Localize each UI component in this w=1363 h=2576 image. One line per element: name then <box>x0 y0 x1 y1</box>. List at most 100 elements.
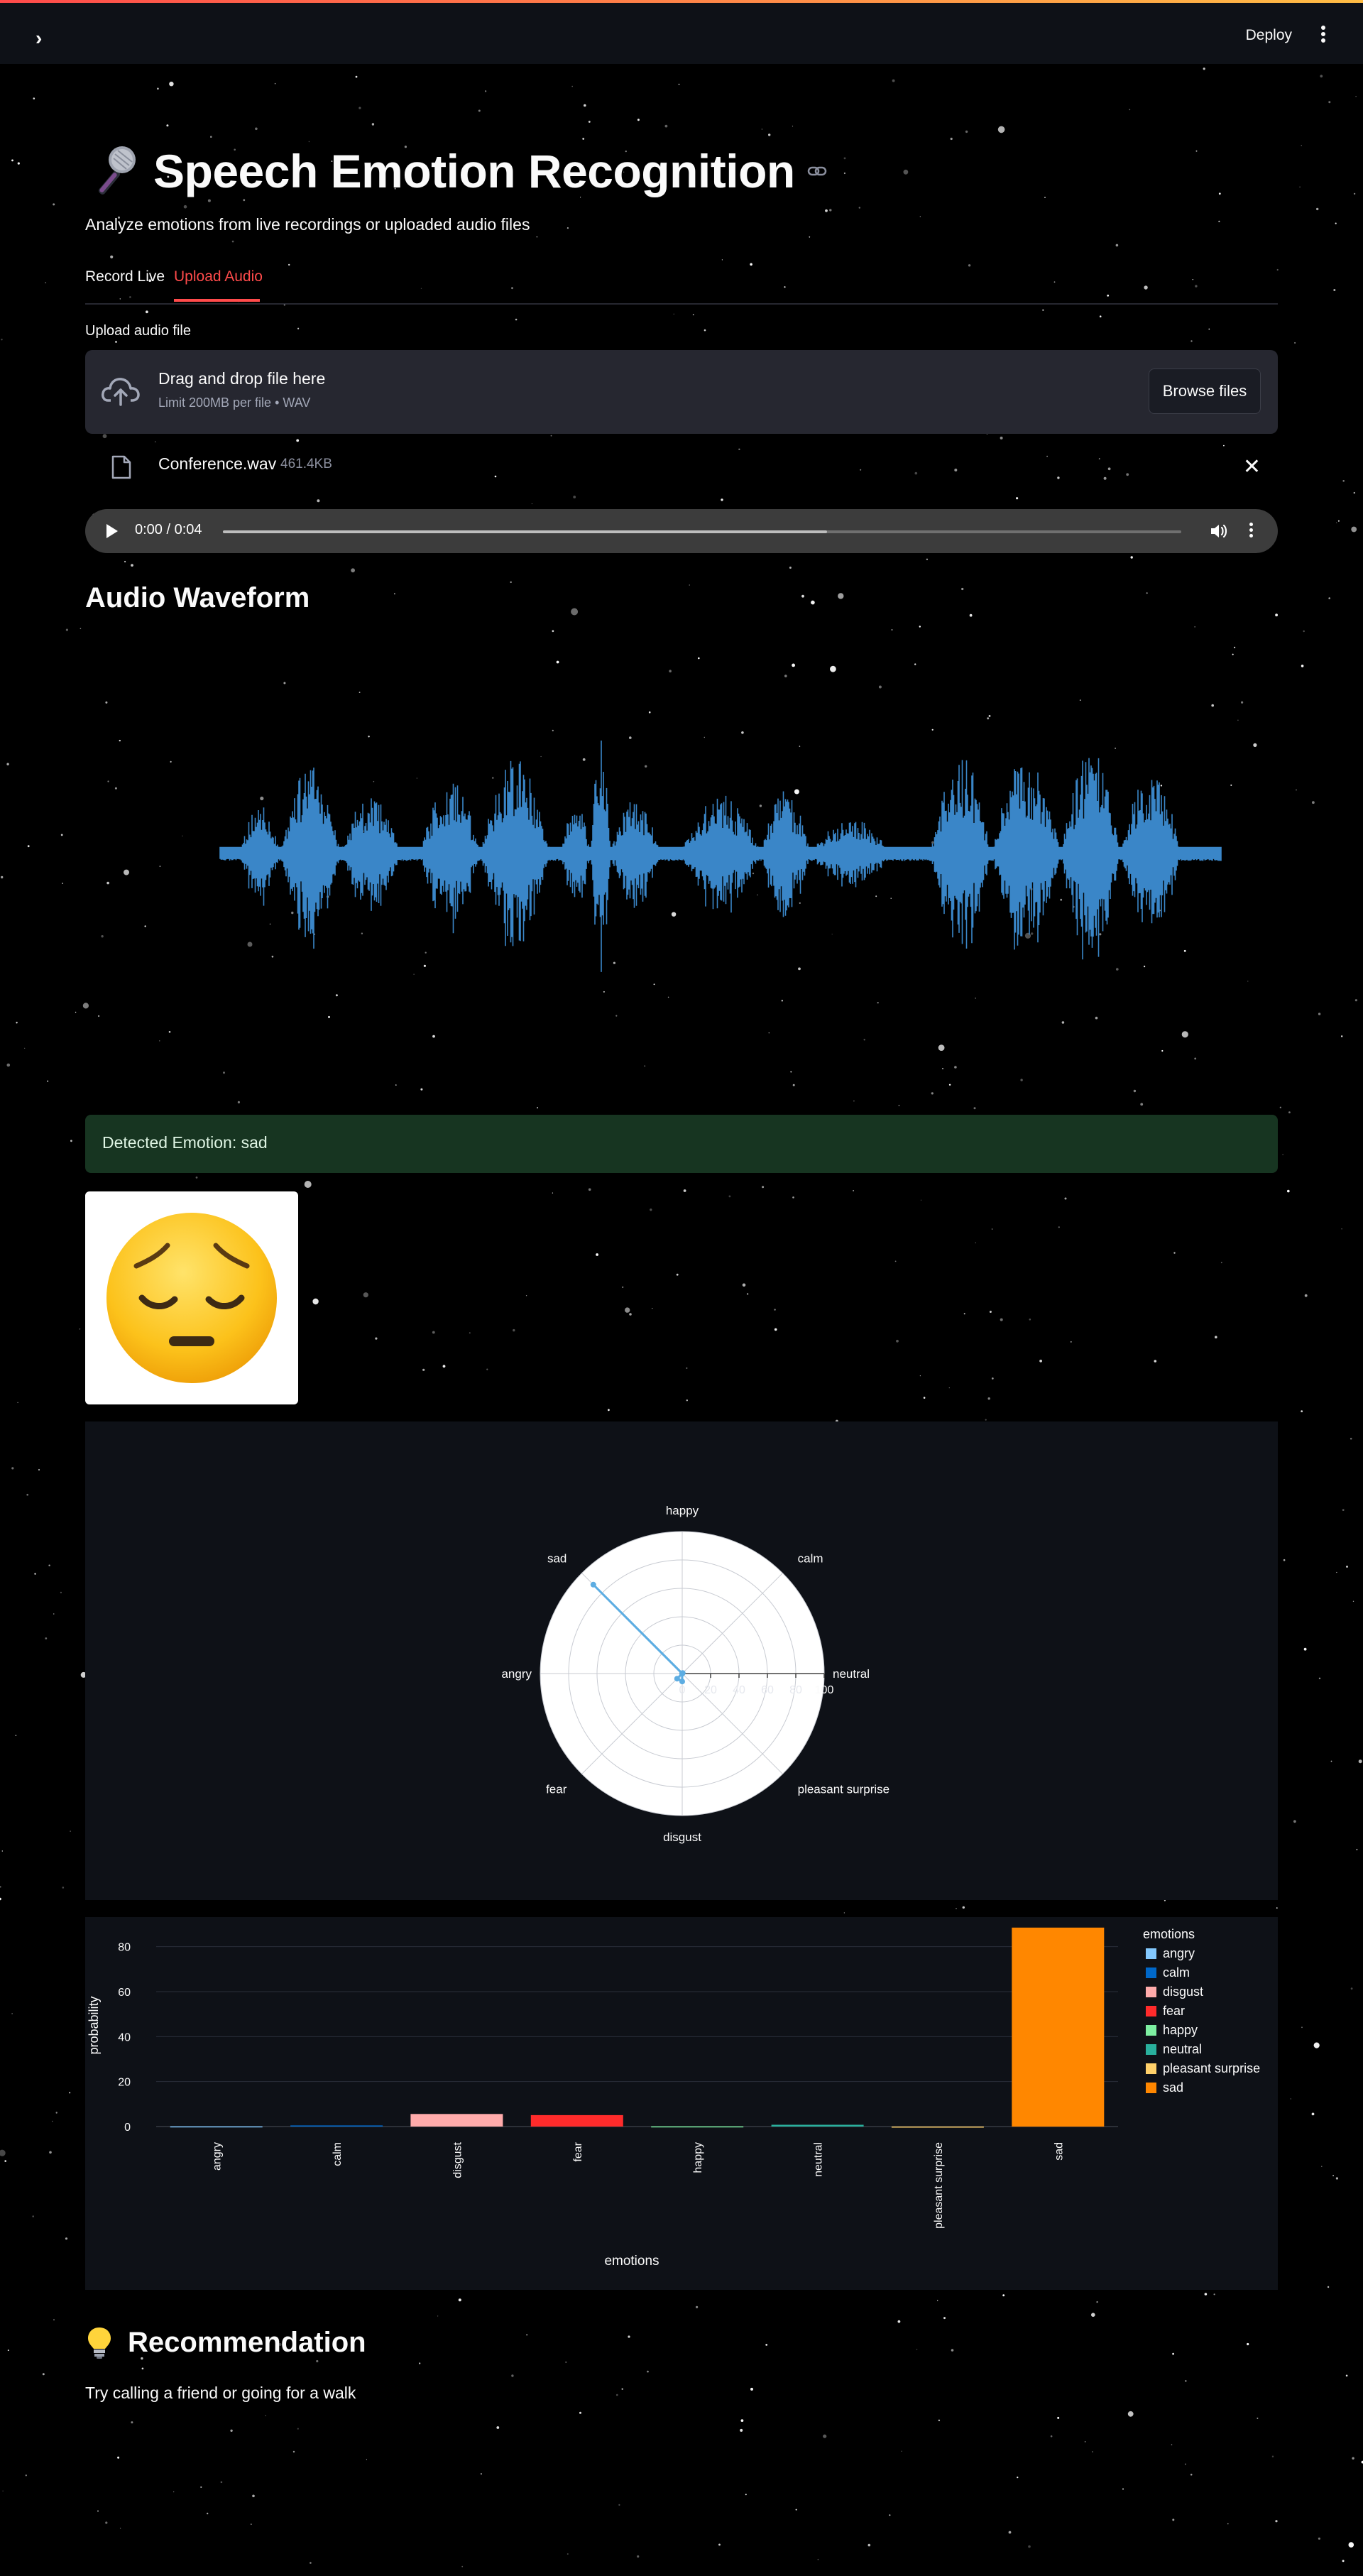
pensive-face-icon <box>106 1213 277 1383</box>
star <box>1328 597 1330 599</box>
star <box>1353 192 1356 195</box>
radar-radial-tick-label: 80 <box>789 1684 802 1696</box>
star <box>45 282 47 283</box>
star <box>1 875 4 879</box>
bar-x-tick-label: angry <box>212 2142 224 2171</box>
uploaded-file-name: Conference.wav <box>158 454 277 473</box>
star <box>1328 101 1331 104</box>
legend-item-label[interactable]: disgust <box>1163 1985 1203 1999</box>
star <box>1321 2166 1323 2167</box>
audio-seek-bar[interactable] <box>223 530 1181 533</box>
star <box>1332 2175 1334 2176</box>
radar-category-label: sad <box>547 1551 566 1565</box>
star <box>1330 1760 1332 1762</box>
star <box>6 763 9 765</box>
bar-x-tick-label: fear <box>572 2141 584 2161</box>
star <box>1301 665 1304 667</box>
sidebar-expand-icon[interactable]: › <box>35 28 42 48</box>
star <box>1288 1111 1291 1113</box>
star <box>17 162 20 165</box>
star <box>33 97 35 99</box>
star <box>17 1402 18 1404</box>
star <box>1350 1987 1353 1990</box>
star <box>1342 2560 1345 2563</box>
bar-angry <box>170 2126 263 2128</box>
star <box>1303 1647 1307 1651</box>
star <box>1 1850 3 1852</box>
star <box>1316 207 1319 211</box>
recommendation-heading-row: Recommendation <box>85 2325 366 2359</box>
tab-record-live[interactable]: Record Live <box>85 268 165 285</box>
active-tab-indicator <box>174 299 260 302</box>
top-decoration-bar <box>0 0 1363 3</box>
star <box>79 1328 81 1330</box>
star <box>1355 96 1357 97</box>
audio-progress-fill <box>223 530 827 533</box>
star <box>1293 1820 1296 1823</box>
star <box>25 2474 27 2477</box>
file-icon <box>111 455 131 479</box>
legend-item-label[interactable]: happy <box>1163 2023 1198 2037</box>
star <box>1352 2457 1354 2460</box>
main-menu-icon[interactable] <box>1320 26 1326 45</box>
legend-swatch <box>1146 1968 1156 1978</box>
title-row: Speech Emotion Recognition <box>85 139 828 203</box>
legend-swatch <box>1146 1987 1156 1997</box>
file-dropzone[interactable]: Drag and drop file here Limit 200MB per … <box>85 350 1278 434</box>
legend-item-label[interactable]: angry <box>1163 1946 1195 1960</box>
lightbulb-icon <box>88 2327 111 2359</box>
radar-category-label: disgust <box>663 1830 701 1844</box>
browse-files-button[interactable]: Browse files <box>1149 369 1261 414</box>
legend-item-label[interactable]: calm <box>1163 1965 1190 1980</box>
cloud-upload-icon <box>102 378 140 406</box>
star <box>1313 2042 1320 2048</box>
radar-category-label: happy <box>666 1504 699 1517</box>
bar-x-tick-label: pleasant surprise <box>933 2142 945 2229</box>
legend-item-label[interactable]: neutral <box>1163 2042 1202 2056</box>
star <box>1352 1600 1354 1602</box>
star <box>1312 801 1315 804</box>
radar-category-label: calm <box>798 1551 823 1565</box>
waveform-title: Audio Waveform <box>85 582 310 613</box>
legend-item-label[interactable]: pleasant surprise <box>1163 2061 1260 2075</box>
star <box>16 1022 18 1024</box>
recommendation-title: Recommendation <box>128 2326 366 2358</box>
radar-radial-tick-label: 100 <box>815 1684 834 1696</box>
star <box>1287 1189 1290 1193</box>
star <box>7 2349 9 2352</box>
star <box>69 2092 71 2094</box>
radar-point <box>674 1676 680 1682</box>
star <box>49 2151 52 2154</box>
detected-emotion-alert: Detected Emotion: sad <box>85 1115 1278 1173</box>
uploaded-file-row: Conference.wav 461.4KB ✕ <box>85 444 1278 487</box>
star <box>42 2373 45 2376</box>
anchor-link-icon[interactable] <box>806 160 828 182</box>
star <box>1345 2374 1348 2377</box>
star <box>1303 630 1305 633</box>
play-icon[interactable] <box>106 524 118 538</box>
audio-options-icon[interactable] <box>1249 523 1254 540</box>
star <box>1358 1759 1362 1764</box>
tab-bar: Record Live Upload Audio <box>85 265 1278 305</box>
star <box>1342 1509 1345 1512</box>
star <box>53 203 55 206</box>
star <box>0 1886 1 1888</box>
star <box>45 1637 48 1639</box>
page-subtitle: Analyze emotions from live recordings or… <box>85 215 530 234</box>
legend-item-label[interactable]: sad <box>1163 2080 1183 2095</box>
star <box>1 339 3 341</box>
bar-y-tick-label: 80 <box>118 1942 131 1954</box>
star <box>1301 2026 1303 2029</box>
audio-time: 0:00 / 0:04 <box>135 522 202 537</box>
star <box>34 1573 36 1575</box>
legend-item-label[interactable]: fear <box>1163 2004 1185 2018</box>
tab-upload-audio[interactable]: Upload Audio <box>174 268 263 285</box>
volume-icon[interactable] <box>1210 523 1228 540</box>
bar-y-tick-label: 60 <box>118 1987 131 1999</box>
remove-file-icon[interactable]: ✕ <box>1243 454 1261 479</box>
star <box>62 1887 65 1889</box>
bar-pleasant-surprise <box>891 2127 984 2128</box>
deploy-button[interactable]: Deploy <box>1246 27 1292 44</box>
star <box>75 1011 77 1013</box>
waveform-trace <box>219 741 1222 972</box>
